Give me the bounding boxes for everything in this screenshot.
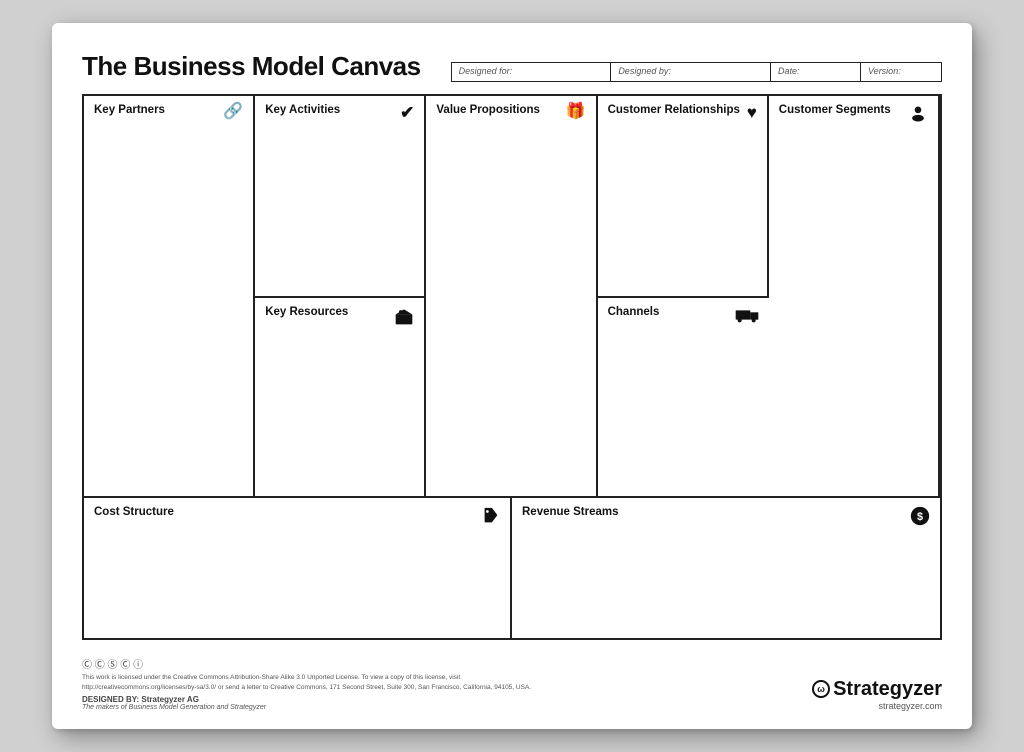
- key-resources-cell: Key Resources: [255, 296, 426, 496]
- cc-icons: Ⓒ Ⓒ Ⓢ Ⓒ ⓘ: [82, 656, 562, 671]
- footer: Ⓒ Ⓒ Ⓢ Ⓒ ⓘ This work is licensed under th…: [82, 650, 942, 710]
- value-propositions-icon: 🎁: [566, 104, 586, 120]
- cost-structure-title: Cost Structure: [94, 506, 500, 530]
- revenue-streams-title: Revenue Streams $: [522, 506, 930, 530]
- svg-text:$: $: [917, 512, 923, 524]
- customer-segments-cell: Customer Segments: [769, 96, 940, 496]
- key-partners-label: Key Partners: [94, 104, 165, 116]
- customer-segments-label: Customer Segments: [779, 104, 891, 116]
- revenue-streams-cell: Revenue Streams $: [512, 498, 940, 638]
- canvas-paper: The Business Model Canvas Designed for: …: [52, 23, 972, 728]
- cost-structure-label: Cost Structure: [94, 506, 174, 518]
- key-partners-title: Key Partners 🔗: [94, 104, 243, 120]
- value-propositions-title: Value Propositions 🎁: [436, 104, 585, 120]
- designed-for-field[interactable]: Designed for:: [452, 63, 612, 81]
- revenue-streams-icon: $: [910, 506, 930, 530]
- designed-by-label: DESIGNED BY:: [82, 695, 141, 704]
- channels-label: Channels: [608, 306, 660, 318]
- key-activities-cell: Key Activities ✔: [255, 96, 426, 296]
- brand: ω Strategyzer: [812, 678, 942, 701]
- date-label: Date:: [778, 66, 853, 76]
- customer-relationships-title: Customer Relationships ♥: [608, 104, 757, 121]
- key-partners-icon: 🔗: [223, 104, 243, 120]
- key-resources-title: Key Resources: [265, 306, 414, 330]
- channels-title: Channels: [608, 306, 759, 328]
- key-activities-label: Key Activities: [265, 104, 340, 116]
- designed-by-label: Designed by:: [618, 66, 763, 76]
- key-resources-icon: [394, 306, 414, 330]
- value-propositions-label: Value Propositions: [436, 104, 540, 116]
- canvas: Key Partners 🔗 Key Activities ✔ Value Pr…: [82, 94, 942, 640]
- channels-icon: [735, 306, 759, 328]
- version-label: Version:: [868, 66, 934, 76]
- footer-right: ω Strategyzer strategyzer.com: [812, 678, 942, 711]
- brand-name: Strategyzer: [833, 678, 942, 701]
- bottom-section: Cost Structure Revenue Streams: [84, 498, 940, 638]
- cost-structure-cell: Cost Structure: [84, 498, 512, 638]
- tagline: The makers of Business Model Generation …: [82, 704, 562, 711]
- key-partners-cell: Key Partners 🔗: [84, 96, 255, 496]
- brand-url: strategyzer.com: [812, 701, 942, 711]
- key-activities-icon: ✔: [400, 104, 414, 121]
- channels-cell: Channels: [598, 296, 769, 496]
- header-fields: Designed for: Designed by: Date: Version…: [451, 62, 942, 82]
- key-resources-label: Key Resources: [265, 306, 348, 318]
- cost-structure-icon: [482, 506, 500, 530]
- customer-segments-icon: [908, 104, 928, 128]
- header-row: The Business Model Canvas Designed for: …: [82, 51, 942, 82]
- customer-relationships-label: Customer Relationships: [608, 104, 740, 116]
- designed-for-label: Designed for:: [459, 66, 604, 76]
- top-section: Key Partners 🔗 Key Activities ✔ Value Pr…: [84, 96, 940, 498]
- customer-relationships-cell: Customer Relationships ♥: [598, 96, 769, 296]
- designed-by-field[interactable]: Designed by:: [611, 63, 771, 81]
- date-field[interactable]: Date:: [771, 63, 861, 81]
- designed-by-value: Strategyzer AG: [141, 695, 199, 704]
- page-title: The Business Model Canvas: [82, 51, 421, 82]
- cc-text: This work is licensed under the Creative…: [82, 673, 562, 691]
- key-activities-title: Key Activities ✔: [265, 104, 414, 121]
- brand-logo: ω: [812, 680, 830, 698]
- customer-segments-title: Customer Segments: [779, 104, 928, 128]
- footer-left: Ⓒ Ⓒ Ⓢ Ⓒ ⓘ This work is licensed under th…: [82, 656, 562, 710]
- customer-relationships-icon: ♥: [747, 104, 757, 121]
- value-propositions-cell: Value Propositions 🎁: [426, 96, 597, 496]
- version-field[interactable]: Version:: [861, 63, 941, 81]
- revenue-streams-label: Revenue Streams: [522, 506, 619, 518]
